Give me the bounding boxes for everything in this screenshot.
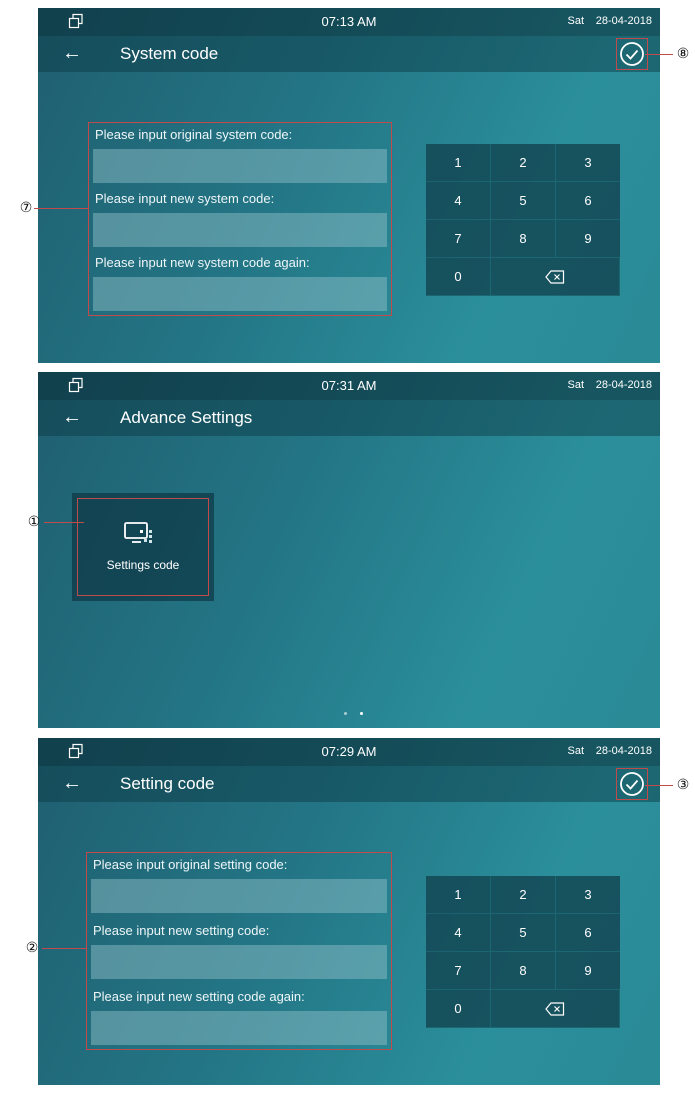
- original-code-label: Please input original system code:: [95, 127, 293, 142]
- key-1[interactable]: 1: [426, 876, 490, 913]
- key-0[interactable]: 0: [426, 258, 490, 295]
- original-code-input[interactable]: [91, 879, 387, 913]
- key-2[interactable]: 2: [491, 144, 555, 181]
- check-circle-icon[interactable]: [616, 768, 648, 800]
- status-bar: 07:31 AM Sat 28-04-2018: [38, 372, 660, 400]
- callout-line-form: [34, 208, 88, 209]
- new-code-input[interactable]: [91, 945, 387, 979]
- page-title: System code: [120, 44, 219, 63]
- original-code-label: Please input original setting code:: [93, 857, 288, 872]
- advance-settings-screen: 07:31 AM Sat 28-04-2018 ← Advance Settin…: [38, 372, 660, 728]
- back-arrow-icon[interactable]: ←: [62, 407, 82, 427]
- back-arrow-icon[interactable]: ←: [62, 773, 82, 793]
- key-5[interactable]: 5: [491, 914, 555, 951]
- key-6[interactable]: 6: [556, 182, 620, 219]
- status-day: Sat: [567, 745, 584, 757]
- title-bar: ← Setting code: [38, 766, 660, 802]
- key-8[interactable]: 8: [491, 952, 555, 989]
- callout-3: ③: [676, 776, 690, 792]
- status-bar: 07:29 AM Sat 28-04-2018: [38, 738, 660, 766]
- settings-code-tile[interactable]: Settings code: [72, 493, 214, 601]
- key-5[interactable]: 5: [491, 182, 555, 219]
- title-bar: ← Advance Settings: [38, 400, 660, 436]
- backspace-key[interactable]: [491, 258, 619, 295]
- status-bar: 07:13 AM Sat 28-04-2018: [38, 8, 660, 36]
- key-4[interactable]: 4: [426, 182, 490, 219]
- monitor-settings-icon: [124, 522, 152, 543]
- callout-2: ②: [25, 939, 39, 955]
- key-2[interactable]: 2: [491, 876, 555, 913]
- page-indicator: [338, 712, 368, 718]
- key-1[interactable]: 1: [426, 144, 490, 181]
- status-date: 28-04-2018: [595, 745, 652, 757]
- key-3[interactable]: 3: [556, 876, 620, 913]
- tile-label: Settings code: [106, 558, 180, 572]
- status-date: 28-04-2018: [595, 379, 652, 391]
- numeric-keypad: 1 2 3 4 5 6 7 8 9 0: [426, 876, 620, 1028]
- callout-1: ①: [27, 513, 41, 529]
- key-3[interactable]: 3: [556, 144, 620, 181]
- status-day: Sat: [567, 15, 584, 27]
- key-7[interactable]: 7: [426, 220, 490, 257]
- new-code-label: Please input new system code:: [95, 191, 275, 206]
- numeric-keypad: 1 2 3 4 5 6 7 8 9 0: [426, 144, 620, 296]
- page-dot[interactable]: [344, 712, 347, 715]
- key-4[interactable]: 4: [426, 914, 490, 951]
- new-code-again-input[interactable]: [93, 277, 387, 311]
- key-9[interactable]: 9: [556, 220, 620, 257]
- page-title: Setting code: [120, 774, 215, 793]
- callout-line-form: [42, 948, 86, 949]
- title-bar: ← System code: [38, 36, 660, 72]
- setting-code-form: Please input original setting code: Plea…: [86, 852, 392, 1050]
- key-7[interactable]: 7: [426, 952, 490, 989]
- callout-line-confirm: [645, 785, 673, 786]
- system-code-screen: 07:13 AM Sat 28-04-2018 ← System code Pl…: [38, 8, 660, 363]
- key-9[interactable]: 9: [556, 952, 620, 989]
- new-code-label: Please input new setting code:: [93, 923, 270, 938]
- status-day: Sat: [567, 379, 584, 391]
- backspace-key[interactable]: [491, 990, 619, 1027]
- key-8[interactable]: 8: [491, 220, 555, 257]
- key-6[interactable]: 6: [556, 914, 620, 951]
- key-0[interactable]: 0: [426, 990, 490, 1027]
- system-code-form: Please input original system code: Pleas…: [88, 122, 392, 316]
- backspace-icon: [545, 269, 565, 284]
- new-code-again-input[interactable]: [91, 1011, 387, 1045]
- callout-7: ⑦: [19, 199, 33, 215]
- callout-8: ⑧: [676, 45, 690, 61]
- backspace-icon: [545, 1001, 565, 1016]
- status-date: 28-04-2018: [595, 15, 652, 27]
- new-code-again-label: Please input new system code again:: [95, 255, 310, 270]
- callout-line-confirm: [645, 54, 673, 55]
- check-circle-icon[interactable]: [616, 38, 648, 70]
- setting-code-screen: 07:29 AM Sat 28-04-2018 ← Setting code P…: [38, 738, 660, 1085]
- new-code-input[interactable]: [93, 213, 387, 247]
- back-arrow-icon[interactable]: ←: [62, 43, 82, 63]
- page-title: Advance Settings: [120, 408, 253, 427]
- original-code-input[interactable]: [93, 149, 387, 183]
- callout-line-tile: [44, 522, 84, 523]
- new-code-again-label: Please input new setting code again:: [93, 989, 305, 1004]
- page-dot[interactable]: [360, 712, 363, 715]
